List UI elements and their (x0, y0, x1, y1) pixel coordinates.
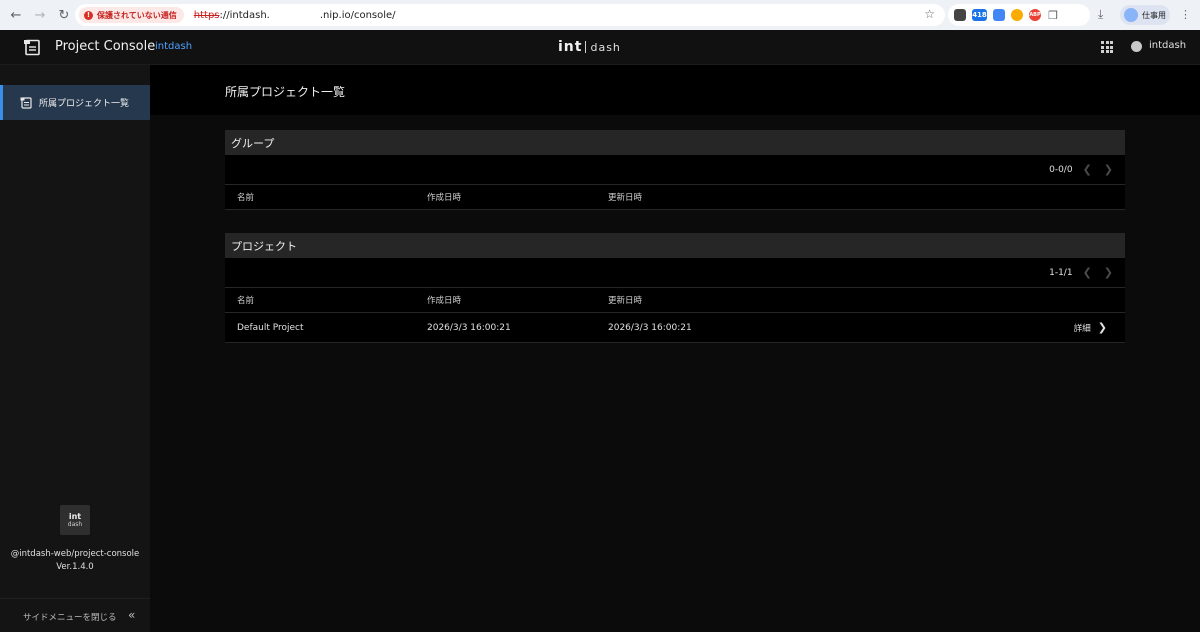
groups-panel: グループ 0-0/0 ❮ ❯ 名前 作成日時 更新日時 (225, 130, 1125, 210)
url-redaction (269, 10, 320, 20)
sidebar-footer: サイドメニューを閉じる « (0, 598, 150, 632)
user-name[interactable]: intdash (1149, 40, 1186, 51)
projects-pager: 1-1/1 ❮ ❯ (225, 258, 1125, 288)
column-header-name[interactable]: 名前 (237, 191, 254, 203)
project-created: 2026/3/3 16:00:21 (427, 322, 511, 333)
main-content: 所属プロジェクト一覧 グループ 0-0/0 ❮ ❯ 名前 作成日時 更新日時 プ… (150, 65, 1200, 632)
url-host: ://intdash. (219, 9, 270, 21)
app-title: Project Console (55, 39, 156, 54)
projects-pager-range: 1-1/1 (1049, 267, 1073, 278)
column-header-updated[interactable]: 更新日時 (608, 191, 642, 203)
sidebar-item-projects[interactable]: 所属プロジェクト一覧 (0, 85, 150, 120)
groups-pager: 0-0/0 ❮ ❯ (225, 155, 1125, 185)
puzzle-icon[interactable]: ❒ (1047, 9, 1059, 22)
extension-icon[interactable] (954, 9, 966, 21)
column-header-updated[interactable]: 更新日時 (608, 294, 642, 306)
extensions-tray: 418 ABP ❒ (948, 4, 1090, 26)
package-name: @intdash-web/project-console (10, 549, 140, 559)
sidebar-item-label: 所属プロジェクト一覧 (39, 99, 130, 109)
extension-badge-icon[interactable]: 418 (972, 9, 987, 21)
project-list-icon (20, 96, 32, 109)
project-updated: 2026/3/3 16:00:21 (608, 322, 692, 333)
table-row[interactable]: Default Project 2026/3/3 16:00:21 2026/3… (225, 313, 1125, 343)
url-scheme: https (193, 9, 220, 21)
brand-dash: dash (590, 40, 621, 54)
chevron-right-icon: ❯ (1097, 321, 1107, 334)
detail-link[interactable]: 詳細 ❯ (1074, 321, 1107, 334)
package-version: Ver.1.4.0 (56, 562, 94, 572)
detail-label: 詳細 (1073, 323, 1091, 334)
apps-grid-icon[interactable] (1101, 41, 1113, 53)
intdash-badge-logo: int dash (60, 505, 90, 535)
prev-page-icon[interactable]: ❮ (1083, 163, 1092, 176)
brand-int: int (68, 511, 82, 521)
app-header: Project Console intdash int dash intdash (0, 30, 1200, 65)
intdash-logo: int dash (558, 38, 643, 56)
sidebar: 所属プロジェクト一覧 int dash @intdash-web/project… (0, 65, 150, 632)
projects-title: プロジェクト (225, 233, 1125, 258)
user-icon[interactable] (1131, 41, 1142, 52)
tenant-name[interactable]: intdash (155, 41, 192, 52)
groups-title: グループ (225, 130, 1125, 155)
project-name: Default Project (237, 322, 304, 333)
adblock-icon[interactable]: ABP (1029, 9, 1041, 21)
collapse-sidebar-label[interactable]: サイドメニューを閉じる (23, 611, 117, 623)
page-title: 所属プロジェクト一覧 (225, 85, 346, 99)
brand-dash: dash (67, 520, 83, 528)
groups-pager-range: 0-0/0 (1049, 164, 1073, 175)
column-header-name[interactable]: 名前 (237, 294, 254, 306)
profile-label: 仕事用 (1142, 10, 1166, 20)
avatar (1124, 8, 1138, 22)
back-icon[interactable]: ← (6, 5, 26, 25)
brand-separator (585, 41, 587, 53)
collapse-icon[interactable]: « (128, 608, 135, 622)
projects-panel: プロジェクト 1-1/1 ❮ ❯ 名前 作成日時 更新日時 Default Pr… (225, 233, 1125, 343)
reload-icon[interactable]: ↻ (54, 5, 74, 25)
url-path: .nip.io/console/ (319, 9, 396, 21)
page-title-bar: 所属プロジェクト一覧 (150, 65, 1200, 115)
prev-page-icon[interactable]: ❮ (1083, 266, 1092, 279)
warning-icon: ! (84, 10, 93, 20)
brand-int: int (558, 39, 583, 55)
star-icon[interactable]: ☆ (924, 7, 935, 21)
security-label: 保護されていない通信 (97, 10, 177, 20)
security-chip[interactable]: ! 保護されていない通信 (79, 7, 184, 23)
column-header-created[interactable]: 作成日時 (427, 191, 461, 203)
browser-toolbar: ← → ↻ ! 保護されていない通信 https ://intdash. .ni… (0, 0, 1200, 30)
profile-chip[interactable]: 仕事用 (1120, 5, 1170, 25)
download-icon[interactable]: ⤓ (1098, 7, 1103, 22)
translate-icon[interactable] (993, 9, 1005, 21)
next-page-icon[interactable]: ❯ (1104, 266, 1113, 279)
groups-table-header: 名前 作成日時 更新日時 (225, 185, 1125, 210)
next-page-icon[interactable]: ❯ (1104, 163, 1113, 176)
console-logo-icon (24, 39, 40, 56)
address-bar[interactable]: ! 保護されていない通信 https ://intdash. .nip.io/c… (75, 4, 945, 26)
column-header-created[interactable]: 作成日時 (427, 294, 461, 306)
forward-icon[interactable]: → (30, 5, 50, 25)
extension-amber-icon[interactable] (1011, 9, 1023, 21)
kebab-icon[interactable]: ⋮ (1180, 8, 1191, 21)
projects-table-header: 名前 作成日時 更新日時 (225, 288, 1125, 313)
